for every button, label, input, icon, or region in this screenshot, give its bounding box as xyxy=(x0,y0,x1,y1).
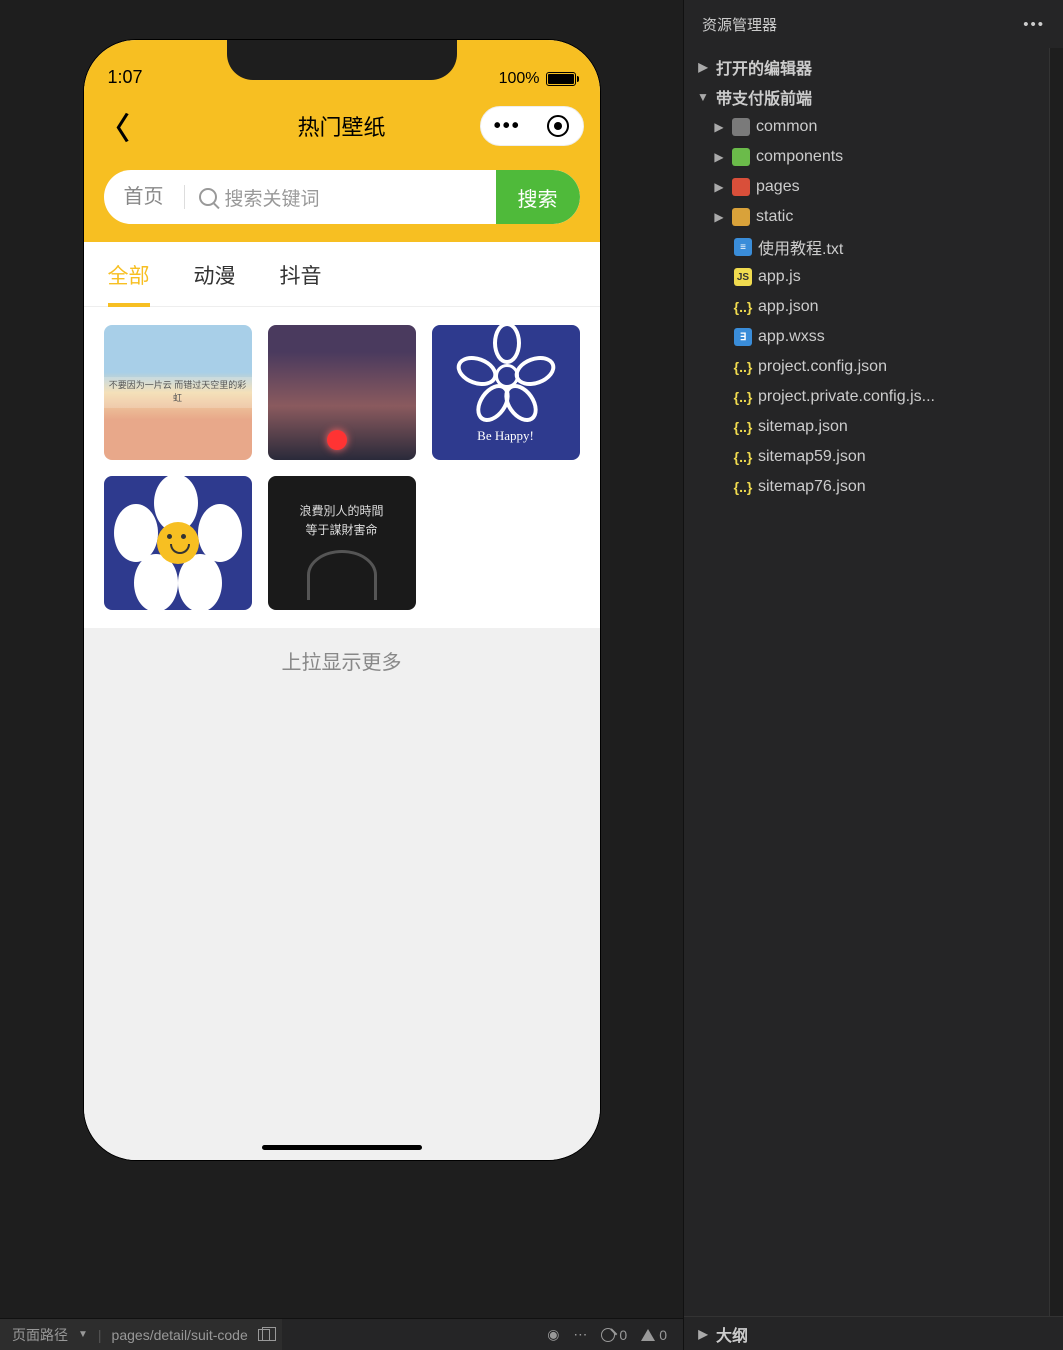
file-row[interactable]: {..} sitemap.json xyxy=(684,412,1049,442)
scrollbar[interactable] xyxy=(1049,48,1063,1316)
file-row[interactable]: {..} sitemap76.json xyxy=(684,472,1049,502)
load-more-hint: 上拉显示更多 xyxy=(84,628,600,693)
folder-icon xyxy=(732,148,750,166)
file-tree: ▶ 打开的编辑器 ▼ 带支付版前端 ▶ common ▶ components xyxy=(684,48,1049,1316)
wallpaper-grid: 不要因为一片云 而错过天空里的彩虹 Be Happy! xyxy=(84,307,600,628)
search-button[interactable]: 搜索 xyxy=(496,170,580,224)
file-row[interactable]: {..} sitemap59.json xyxy=(684,442,1049,472)
status-time: 1:07 xyxy=(108,67,143,88)
close-target-icon[interactable] xyxy=(547,115,569,137)
status-bar-bottom: ◉ ⋯ 0 0 xyxy=(282,1318,683,1350)
explorer-title: 资源管理器 xyxy=(702,14,777,35)
folder-common[interactable]: ▶ common xyxy=(684,112,1049,142)
json-file-icon: {..} xyxy=(734,478,752,496)
wallpaper-thumb[interactable] xyxy=(268,325,416,460)
search-area: 首页 搜索关键词 搜索 xyxy=(84,160,600,242)
search-box: 首页 搜索关键词 搜索 xyxy=(104,170,580,224)
capsule-menu[interactable]: ••• xyxy=(480,106,584,146)
folder-static[interactable]: ▶ static xyxy=(684,202,1049,232)
eye-icon[interactable]: ◉ xyxy=(547,1326,559,1343)
wallpaper-thumb[interactable] xyxy=(104,476,252,611)
explorer-more-icon[interactable]: ••• xyxy=(1023,16,1045,33)
more-icon[interactable]: ••• xyxy=(494,115,521,138)
page-title: 热门壁纸 xyxy=(297,110,385,142)
path-value[interactable]: pages/detail/suit-code xyxy=(112,1327,248,1343)
json-file-icon: {..} xyxy=(734,418,752,436)
more-dots-icon[interactable]: ⋯ xyxy=(573,1326,587,1343)
chevron-right-icon: ▶ xyxy=(712,150,726,164)
section-outline[interactable]: ▶ 大纲 xyxy=(684,1316,1063,1350)
file-row[interactable]: {..} app.json xyxy=(684,292,1049,322)
file-row[interactable]: ∃ app.wxss xyxy=(684,322,1049,352)
back-button[interactable]: 〈 xyxy=(100,104,130,148)
explorer-panel: 资源管理器 ••• ▶ 打开的编辑器 ▼ 带支付版前端 ▶ common xyxy=(683,0,1063,1350)
nav-bar: 〈 热门壁纸 ••• xyxy=(84,92,600,160)
folder-icon xyxy=(732,208,750,226)
search-icon xyxy=(199,188,217,206)
battery-percent: 100% xyxy=(499,70,540,88)
file-row[interactable]: JS app.js xyxy=(684,262,1049,292)
section-project[interactable]: ▼ 带支付版前端 xyxy=(684,82,1049,112)
file-row[interactable]: {..} project.config.json xyxy=(684,352,1049,382)
chevron-right-icon: ▶ xyxy=(712,120,726,134)
file-row[interactable]: ≡ 使用教程.txt xyxy=(684,232,1049,262)
chevron-right-icon: ▶ xyxy=(712,210,726,224)
wallpaper-thumb[interactable]: 浪費別人的時間 等于謀財害命 xyxy=(268,476,416,611)
json-file-icon: {..} xyxy=(734,298,752,316)
chevron-right-icon: ▶ xyxy=(696,1327,710,1341)
json-file-icon: {..} xyxy=(734,358,752,376)
preview-bottom-bar: 页面路径 ▼ | pages/detail/suit-code xyxy=(0,1318,282,1350)
thumb-text-line2: 等于謀財害命 xyxy=(305,521,377,540)
thumb-caption: Be Happy! xyxy=(477,428,534,444)
search-home-button[interactable]: 首页 xyxy=(104,185,185,209)
tab-anime[interactable]: 动漫 xyxy=(194,260,236,306)
folder-components[interactable]: ▶ components xyxy=(684,142,1049,172)
folder-icon xyxy=(732,118,750,136)
json-file-icon: {..} xyxy=(734,388,752,406)
json-file-icon: {..} xyxy=(734,448,752,466)
category-tabs: 全部 动漫 抖音 xyxy=(84,242,600,307)
thumb-text: 不要因为一片云 而错过天空里的彩虹 xyxy=(104,377,252,408)
explorer-header: 资源管理器 ••• xyxy=(684,0,1063,48)
wallpaper-thumb[interactable]: 不要因为一片云 而错过天空里的彩虹 xyxy=(104,325,252,460)
file-row[interactable]: {..} project.private.config.js... xyxy=(684,382,1049,412)
errors-count[interactable]: 0 xyxy=(601,1327,627,1343)
wxss-file-icon: ∃ xyxy=(734,328,752,346)
js-file-icon: JS xyxy=(734,268,752,286)
section-open-editors[interactable]: ▶ 打开的编辑器 xyxy=(684,52,1049,82)
warnings-count[interactable]: 0 xyxy=(641,1327,667,1343)
phone-simulator: 1:07 100% 〈 热门壁纸 ••• 首页 xyxy=(84,40,600,1160)
preview-pane: 1:07 100% 〈 热门壁纸 ••• 首页 xyxy=(0,0,683,1350)
txt-file-icon: ≡ xyxy=(734,238,752,256)
search-placeholder: 搜索关键词 xyxy=(225,184,320,211)
chevron-right-icon: ▶ xyxy=(712,180,726,194)
tab-douyin[interactable]: 抖音 xyxy=(280,260,322,306)
tab-all[interactable]: 全部 xyxy=(108,260,150,306)
copy-icon[interactable] xyxy=(258,1329,270,1341)
chevron-right-icon: ▶ xyxy=(696,60,710,74)
thumb-text-line1: 浪費別人的時間 xyxy=(299,502,383,521)
home-indicator xyxy=(262,1145,422,1150)
wallpaper-thumb[interactable]: Be Happy! xyxy=(432,325,580,460)
path-label: 页面路径 xyxy=(12,1325,68,1345)
folder-icon xyxy=(732,178,750,196)
chevron-down-icon: ▼ xyxy=(696,90,710,104)
folder-pages[interactable]: ▶ pages xyxy=(684,172,1049,202)
search-input[interactable]: 搜索关键词 xyxy=(185,184,496,211)
phone-notch xyxy=(227,40,457,80)
battery-icon xyxy=(546,72,576,86)
